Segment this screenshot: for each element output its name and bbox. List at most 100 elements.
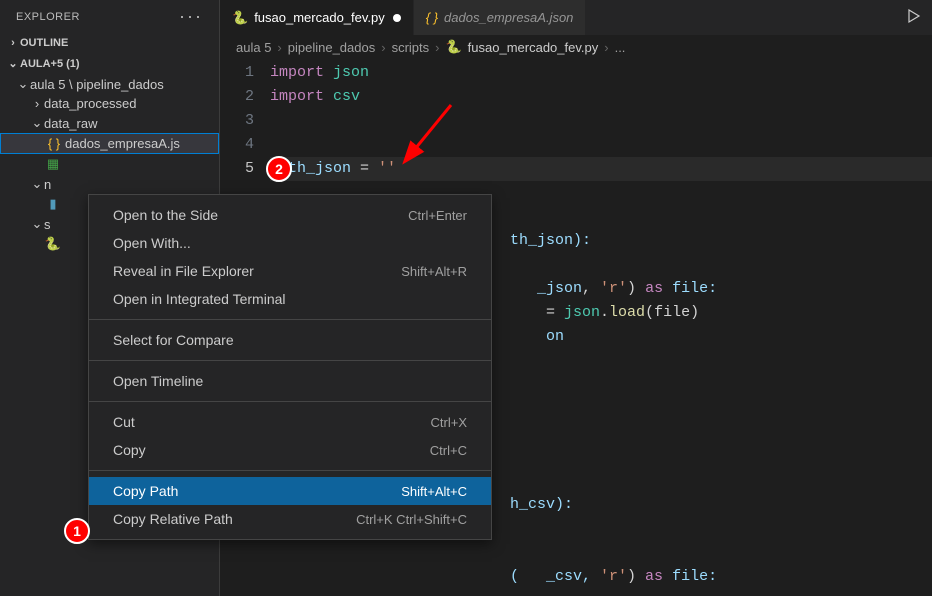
- code-token: .: [600, 304, 609, 321]
- menu-label: Open to the Side: [113, 207, 218, 223]
- code-token: ): [627, 568, 645, 585]
- breadcrumb-part[interactable]: aula 5: [236, 40, 271, 55]
- csv-icon: ▦: [44, 156, 62, 172]
- tab-label: dados_empresaA.json: [444, 10, 573, 25]
- code-token: th_json):: [510, 232, 591, 249]
- code-token: import: [270, 64, 324, 81]
- menu-copy-relative-path[interactable]: Copy Relative Path Ctrl+K Ctrl+Shift+C: [89, 505, 491, 533]
- breadcrumb-part[interactable]: scripts: [392, 40, 430, 55]
- menu-cut[interactable]: Cut Ctrl+X: [89, 408, 491, 436]
- code-token: ,: [582, 280, 600, 297]
- menu-shortcut: Ctrl+X: [431, 415, 467, 430]
- json-icon: { }: [45, 136, 63, 151]
- breadcrumb-part[interactable]: pipeline_dados: [288, 40, 375, 55]
- breadcrumb-more[interactable]: ...: [615, 40, 626, 55]
- menu-label: Open With...: [113, 235, 191, 251]
- code-token: as: [645, 568, 663, 585]
- code-token: json: [564, 304, 600, 321]
- menu-open-timeline[interactable]: Open Timeline: [89, 367, 491, 395]
- code-token: import: [270, 88, 324, 105]
- breadcrumb-file[interactable]: fusao_mercado_fev.py: [468, 40, 599, 55]
- menu-separator: [89, 470, 491, 471]
- menu-label: Copy Relative Path: [113, 511, 233, 527]
- code-token: (file): [645, 304, 699, 321]
- menu-separator: [89, 360, 491, 361]
- annotation-1: 1: [64, 518, 90, 544]
- code-token: json: [333, 64, 369, 81]
- menu-separator: [89, 319, 491, 320]
- menu-select-compare[interactable]: Select for Compare: [89, 326, 491, 354]
- menu-copy-path[interactable]: Copy Path Shift+Alt+C: [89, 477, 491, 505]
- annotation-label: 2: [275, 161, 283, 177]
- tree-file-csv[interactable]: ▦: [0, 154, 219, 174]
- outline-section[interactable]: › OUTLINE: [0, 33, 219, 53]
- tab-dados-empresaA[interactable]: { } dados_empresaA.json: [414, 0, 587, 35]
- chevron-right-icon: ›: [30, 96, 44, 111]
- menu-label: Copy Path: [113, 483, 178, 499]
- folder-label: n: [44, 177, 51, 192]
- tree-folder-data-processed[interactable]: › data_processed: [0, 94, 219, 113]
- context-menu: Open to the Side Ctrl+Enter Open With...…: [88, 194, 492, 540]
- chevron-right-icon: ›: [277, 40, 281, 55]
- menu-label: Open in Integrated Terminal: [113, 291, 286, 307]
- folder-label: s: [44, 217, 51, 232]
- menu-label: Open Timeline: [113, 373, 203, 389]
- code-token: =: [351, 160, 378, 177]
- menu-shortcut: Shift+Alt+R: [401, 264, 467, 279]
- code-token: ): [627, 280, 645, 297]
- chevron-down-icon: ⌄: [6, 57, 20, 70]
- chevron-down-icon: ⌄: [16, 76, 30, 92]
- chevron-down-icon: ⌄: [30, 216, 44, 232]
- code-token: ( _csv,: [510, 568, 600, 585]
- menu-label: Reveal in File Explorer: [113, 263, 254, 279]
- menu-label: Cut: [113, 414, 135, 430]
- tree-folder-root[interactable]: ⌄ aula 5 \ pipeline_dados: [0, 74, 219, 94]
- explorer-more-icon[interactable]: ···: [179, 6, 203, 27]
- code-token: '': [378, 160, 396, 177]
- tree-folder-n[interactable]: ⌄ n: [0, 174, 219, 194]
- python-icon: 🐍: [44, 236, 62, 252]
- menu-open-with[interactable]: Open With...: [89, 229, 491, 257]
- code-token: h_csv):: [510, 496, 573, 513]
- explorer-title: EXPLORER: [16, 11, 80, 23]
- code-token: 'r': [600, 280, 627, 297]
- menu-separator: [89, 401, 491, 402]
- explorer-header: EXPLORER ···: [0, 0, 219, 33]
- menu-reveal-explorer[interactable]: Reveal in File Explorer Shift+Alt+R: [89, 257, 491, 285]
- code-token: load: [609, 304, 645, 321]
- chevron-right-icon: ›: [604, 40, 608, 55]
- code-token: as: [645, 280, 663, 297]
- menu-label: Select for Compare: [113, 332, 234, 348]
- folder-label: aula 5 \ pipeline_dados: [30, 77, 164, 92]
- python-icon: 🐍: [445, 39, 461, 55]
- menu-shortcut: Shift+Alt+C: [401, 484, 467, 499]
- menu-shortcut: Ctrl+Enter: [408, 208, 467, 223]
- folder-label: data_processed: [44, 96, 137, 111]
- menu-open-side[interactable]: Open to the Side Ctrl+Enter: [89, 201, 491, 229]
- file-label: dados_empresaA.js: [65, 136, 180, 151]
- run-icon[interactable]: [906, 8, 922, 27]
- editor-tabs: 🐍 fusao_mercado_fev.py { } dados_empresa…: [220, 0, 932, 35]
- annotation-2: 2: [266, 156, 292, 182]
- file-icon: ▮: [44, 196, 62, 212]
- code-token: csv: [333, 88, 360, 105]
- json-icon: { }: [426, 10, 438, 25]
- code-token: file:: [663, 280, 717, 297]
- menu-shortcut: Ctrl+K Ctrl+Shift+C: [356, 512, 467, 527]
- tab-fusao-mercado[interactable]: 🐍 fusao_mercado_fev.py: [220, 0, 414, 35]
- folder-label: data_raw: [44, 116, 97, 131]
- python-icon: 🐍: [232, 10, 248, 26]
- tree-folder-data-raw[interactable]: ⌄ data_raw: [0, 113, 219, 133]
- tree-file-dados-empresaA[interactable]: { } dados_empresaA.js: [0, 133, 219, 154]
- code-token: 'r': [600, 568, 627, 585]
- outline-label: OUTLINE: [20, 37, 68, 49]
- workspace-section[interactable]: ⌄ AULA+5 (1): [0, 53, 219, 74]
- menu-label: Copy: [113, 442, 146, 458]
- arrow-icon: [396, 100, 456, 170]
- breadcrumb[interactable]: aula 5 › pipeline_dados › scripts › 🐍 fu…: [220, 35, 932, 59]
- menu-open-terminal[interactable]: Open in Integrated Terminal: [89, 285, 491, 313]
- menu-copy[interactable]: Copy Ctrl+C: [89, 436, 491, 464]
- menu-shortcut: Ctrl+C: [430, 443, 467, 458]
- chevron-right-icon: ›: [6, 37, 20, 49]
- annotation-label: 1: [73, 523, 81, 539]
